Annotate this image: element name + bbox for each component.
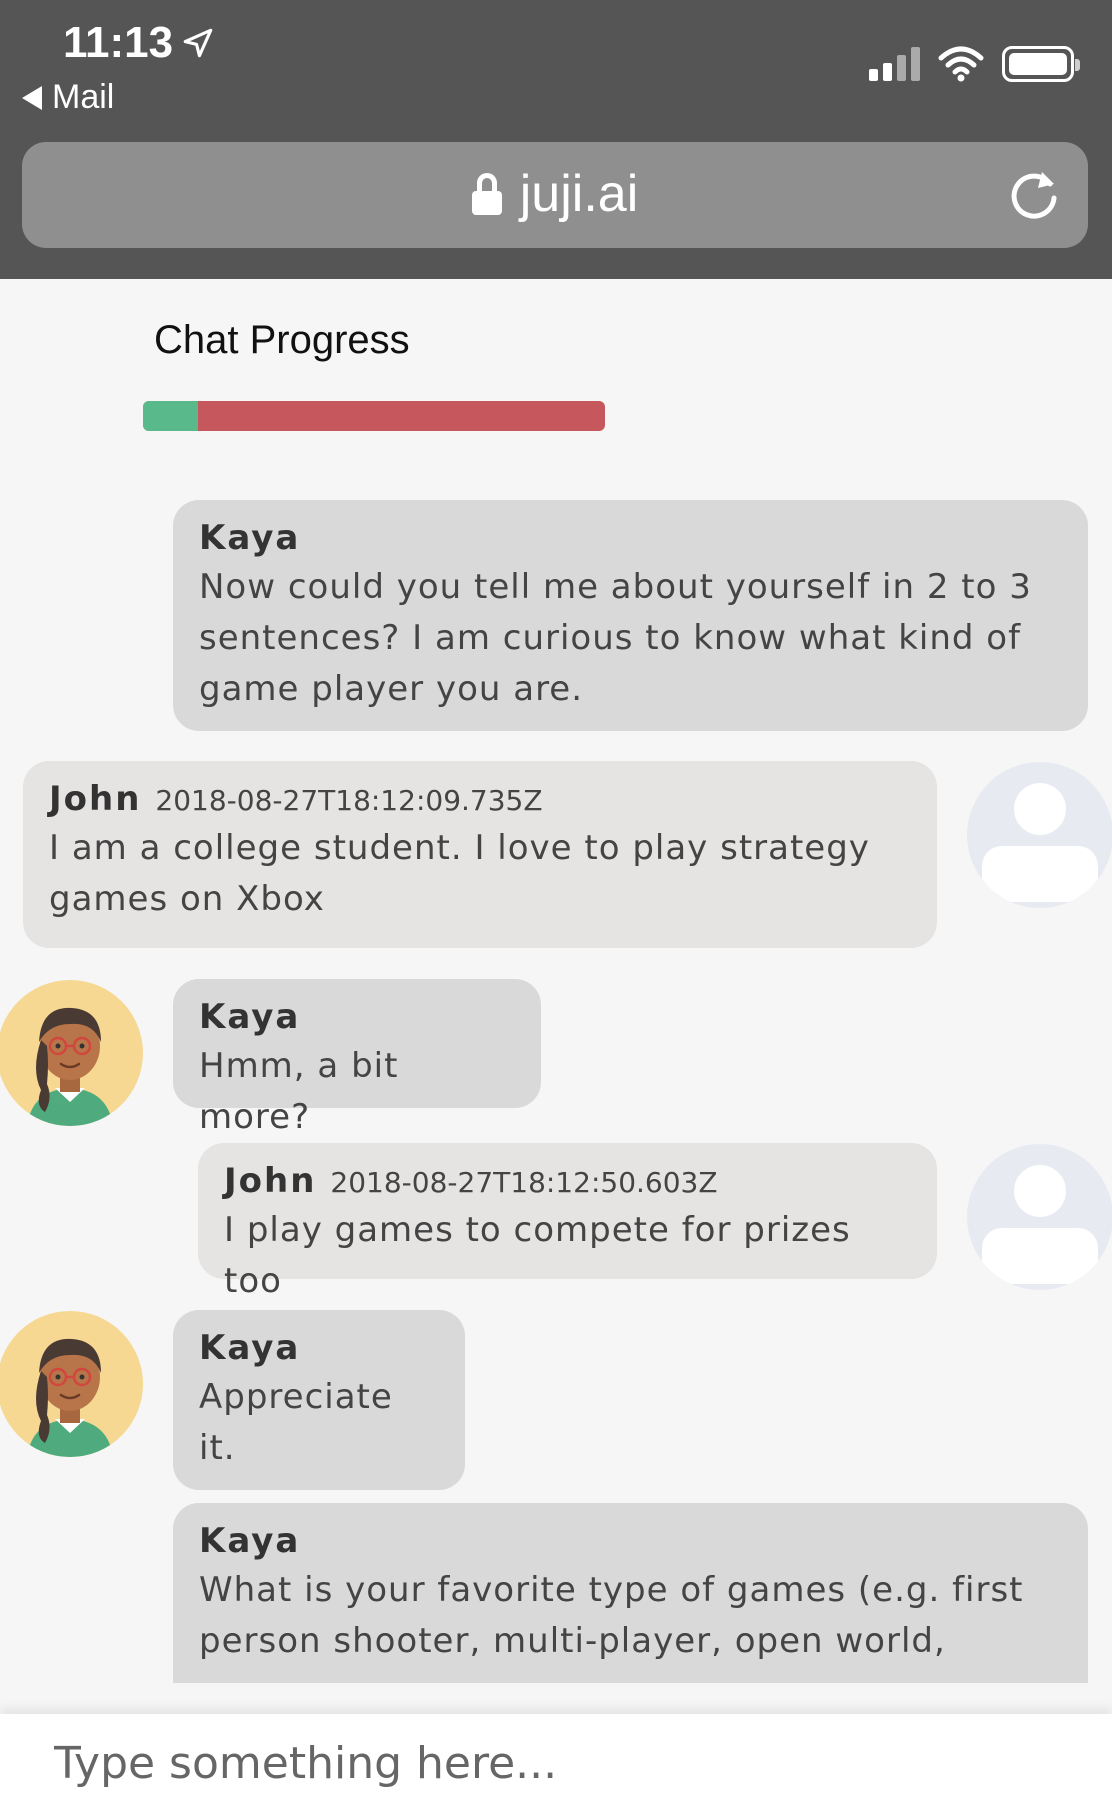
user-message-bubble: John 2018-08-27T18:12:09.735Z I am a coll…: [23, 761, 937, 948]
message-sender: Kaya: [199, 518, 301, 558]
bot-message-bubble: Kaya Now could you tell me about yoursel…: [173, 500, 1088, 731]
location-arrow-icon: [183, 28, 213, 58]
chat-progress-title: Chat Progress: [154, 318, 410, 362]
back-to-mail-button[interactable]: Mail: [22, 78, 114, 117]
message-text: I play games to compete for prizes too: [224, 1210, 851, 1301]
message-timestamp: 2018-08-27T18:12:50.603Z: [330, 1166, 718, 1199]
back-label: Mail: [52, 78, 115, 116]
user-avatar: [967, 1144, 1112, 1290]
message-text: What is your favorite type of games (e.g…: [199, 1570, 1024, 1661]
chat-progress-bar: [143, 401, 605, 431]
reload-icon[interactable]: [1006, 166, 1064, 224]
status-time: 11:13: [63, 18, 215, 68]
message-timestamp: 2018-08-27T18:12:09.735Z: [155, 784, 543, 817]
bot-message-bubble: Kaya Appreciate it.: [173, 1310, 465, 1490]
message-text: I am a college student. I love to play s…: [49, 828, 870, 919]
message-input-area: [0, 1714, 1112, 1818]
kaya-avatar: [0, 980, 143, 1126]
user-silhouette-icon: [982, 1165, 1098, 1284]
url-text: juji.ai: [519, 165, 639, 223]
cellular-signal-icon: [869, 47, 920, 81]
status-icons: [869, 46, 1080, 82]
message-sender: John: [224, 1161, 317, 1201]
status-time-text: 11:13: [63, 18, 174, 67]
message-sender: John: [49, 779, 142, 819]
message-sender: Kaya: [199, 997, 301, 1037]
wifi-icon: [938, 46, 984, 82]
bot-message-bubble: Kaya Hmm, a bit more?: [173, 979, 541, 1137]
lock-icon: [471, 173, 502, 215]
message-text: Hmm, a bit more?: [199, 1046, 399, 1137]
bot-message-bubble: Kaya What is your favorite type of games…: [173, 1503, 1088, 1683]
url-display[interactable]: juji.ai: [22, 164, 1088, 224]
user-silhouette-icon: [982, 783, 1098, 902]
message-sender: Kaya: [199, 1521, 301, 1561]
battery-icon: [1002, 46, 1080, 82]
back-triangle-icon: [22, 85, 42, 110]
message-sender: Kaya: [199, 1328, 301, 1368]
kaya-avatar: [0, 1311, 143, 1457]
kaya-face-icon: [27, 1338, 113, 1457]
user-avatar: [967, 762, 1112, 908]
kaya-face-icon: [27, 1007, 113, 1126]
message-text: Now could you tell me about yourself in …: [199, 567, 1032, 709]
message-text: Appreciate it.: [199, 1377, 393, 1468]
browser-top-bar: 11:13 Mail juji.ai: [0, 0, 1112, 279]
address-bar[interactable]: juji.ai: [22, 142, 1088, 248]
message-input[interactable]: [54, 1728, 1054, 1798]
chat-progress-fill: [143, 401, 199, 431]
user-message-bubble: John 2018-08-27T18:12:50.603Z I play game…: [198, 1143, 937, 1301]
